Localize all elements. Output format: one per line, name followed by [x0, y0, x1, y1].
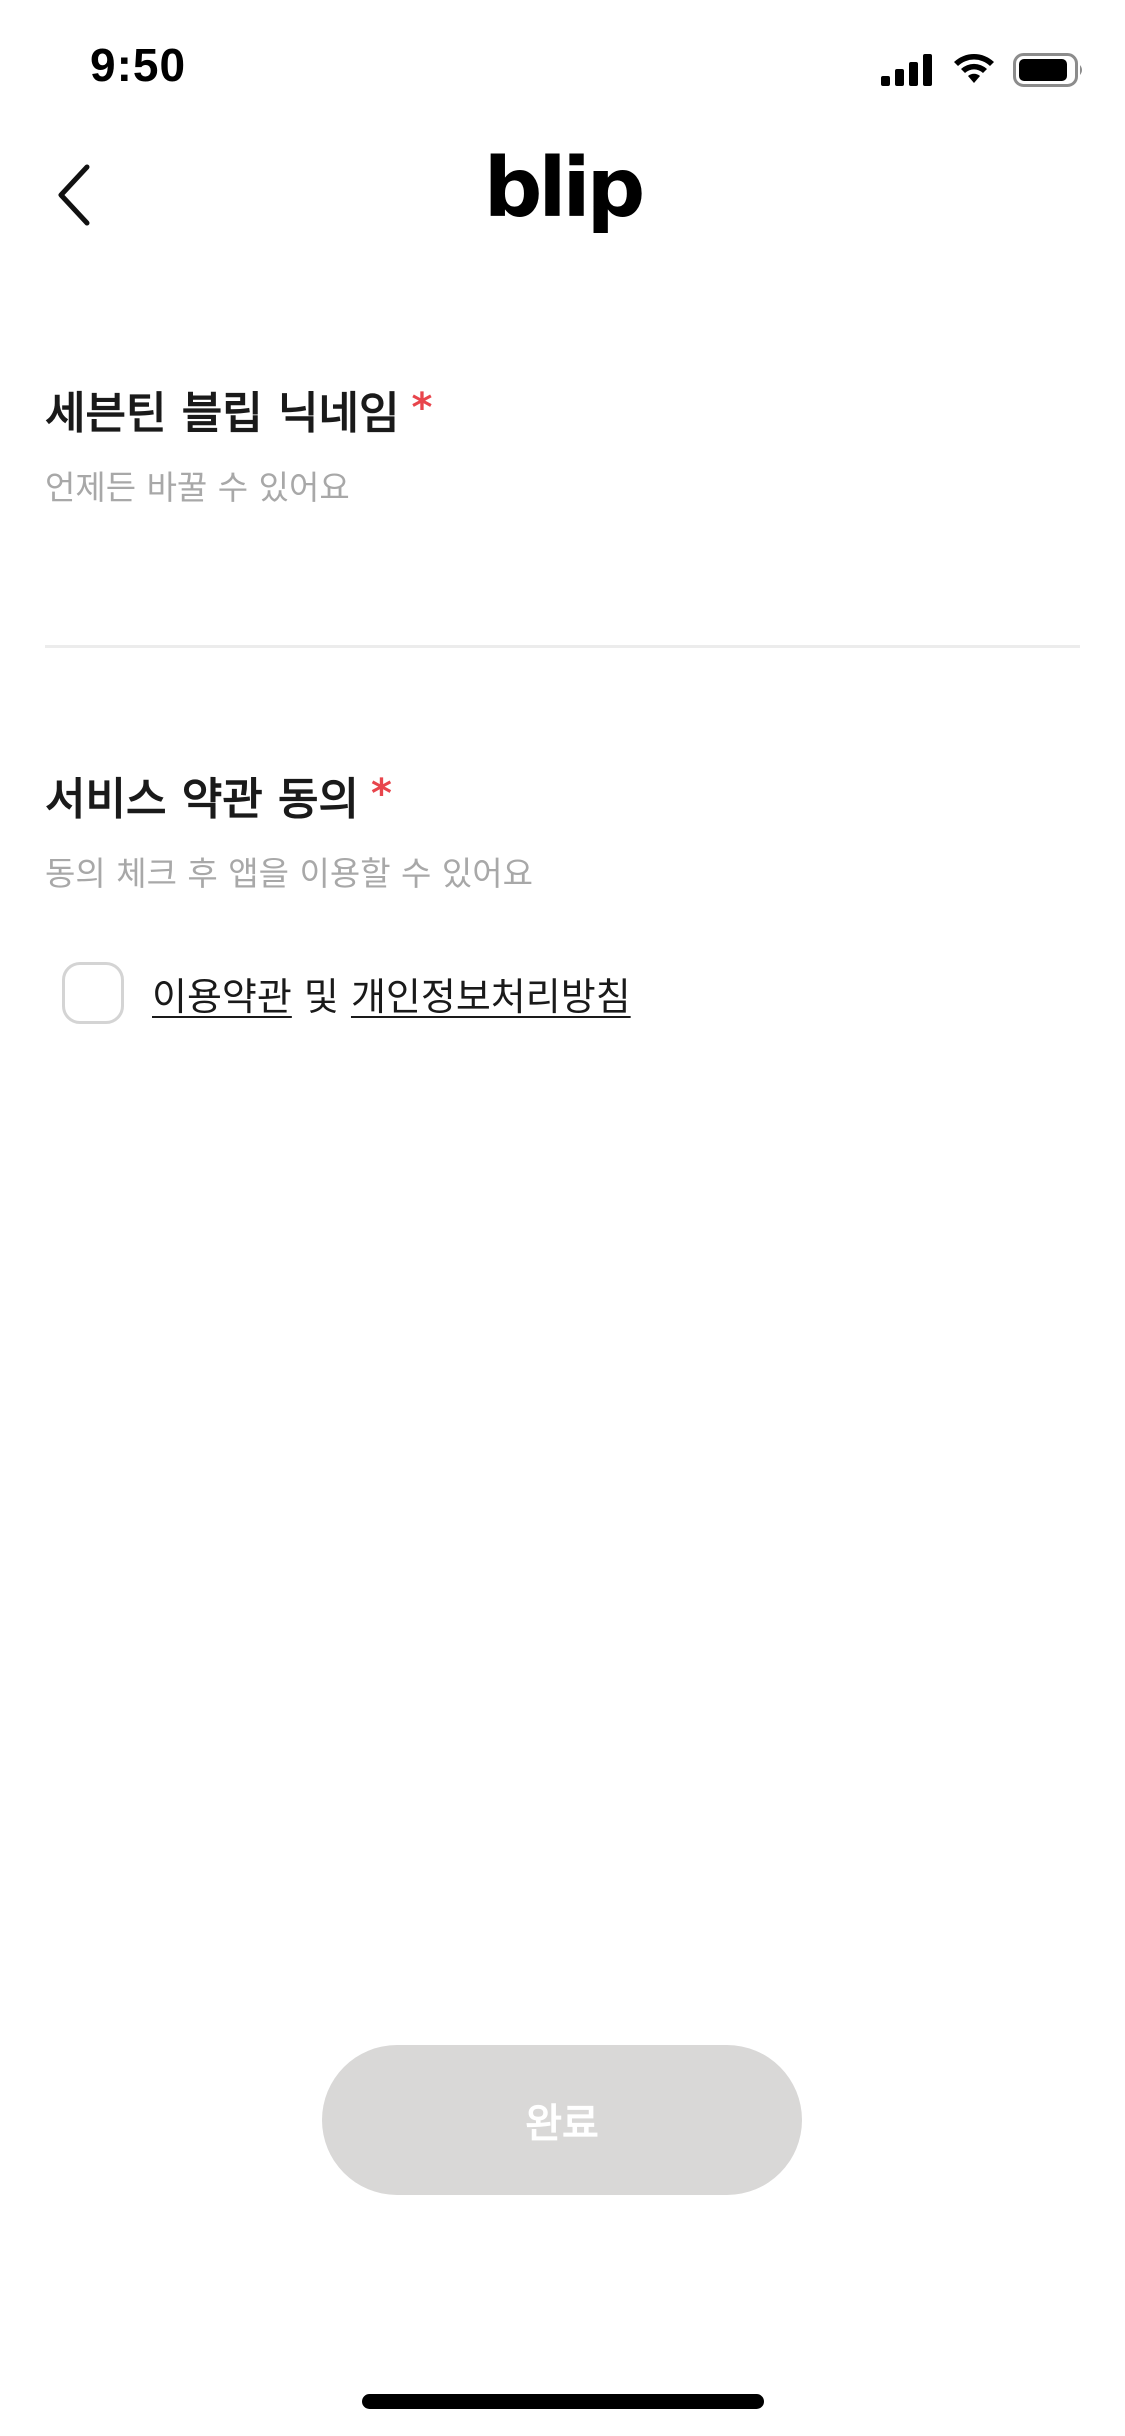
terms-title-row: 서비스 약관 동의 * — [45, 774, 1080, 827]
terms-section: 서비스 약관 동의 * 동의 체크 후 앱을 이용할 수 있어요 — [45, 774, 1080, 895]
nickname-subtitle: 언제든 바꿀 수 있어요 — [45, 467, 350, 507]
agree-text: 이용약관 및 개인정보처리방침 — [152, 966, 631, 1021]
status-bar: 9:50 — [0, 0, 1125, 140]
status-icons — [881, 50, 1085, 90]
terms-link[interactable]: 이용약관 — [152, 975, 292, 1019]
app-logo: blip — [483, 141, 646, 236]
nickname-section: 세븐틴 블립 닉네임 * 언제든 바꿀 수 있어요 — [45, 388, 1080, 509]
agree-checkbox[interactable] — [62, 962, 124, 1024]
nickname-input[interactable] — [45, 555, 1080, 648]
nav-bar: blip — [0, 140, 1125, 250]
wifi-icon — [954, 54, 994, 83]
terms-subtitle: 동의 체크 후 앱을 이용할 수 있어요 — [45, 853, 533, 893]
home-indicator — [362, 2394, 764, 2409]
terms-title: 서비스 약관 동의 — [45, 774, 359, 825]
nickname-title: 세븐틴 블립 닉네임 — [45, 388, 400, 439]
required-mark: * — [411, 385, 433, 431]
conjunction-text: 및 — [291, 974, 351, 1019]
battery-icon — [1013, 53, 1082, 87]
nickname-title-row: 세븐틴 블립 닉네임 * — [45, 388, 1080, 441]
signal-icon — [881, 54, 932, 86]
privacy-link[interactable]: 개인정보처리방침 — [351, 975, 631, 1019]
status-time: 9:50 — [90, 39, 187, 91]
agree-row: 이용약관 및 개인정보처리방침 — [62, 962, 631, 1024]
done-button[interactable]: 완료 — [322, 2045, 802, 2195]
required-mark: * — [371, 771, 392, 817]
